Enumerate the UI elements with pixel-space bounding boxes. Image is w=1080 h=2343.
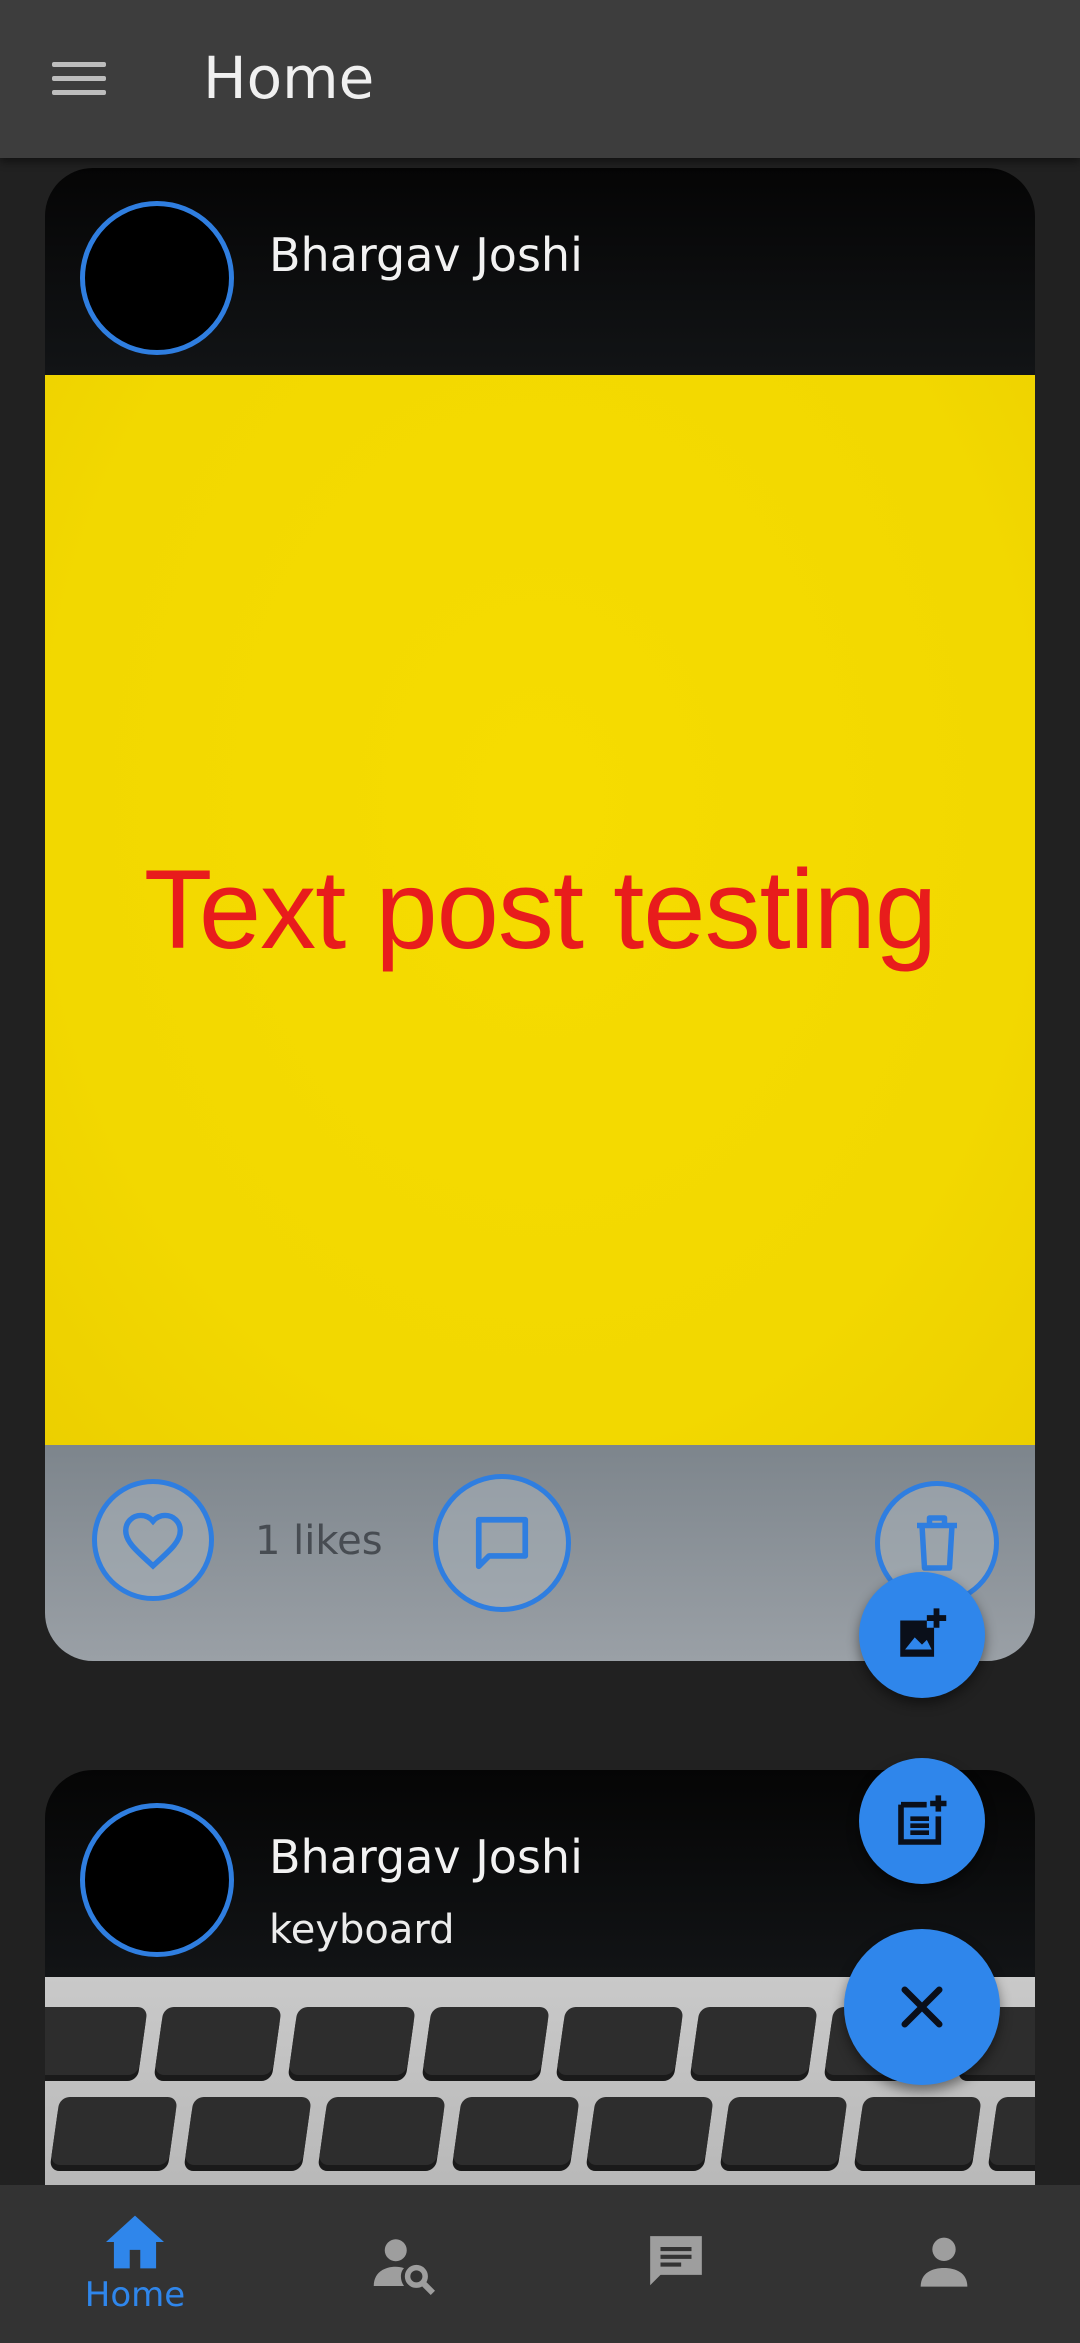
- add-photo-icon: [900, 1608, 947, 1657]
- nav-search-users[interactable]: [344, 2185, 464, 2343]
- heart-icon: [122, 1512, 184, 1570]
- post-image-text: Text post testing: [143, 847, 937, 972]
- likes-count: 1 likes: [255, 1518, 383, 1564]
- avatar[interactable]: [80, 201, 234, 355]
- avatar[interactable]: [80, 1803, 234, 1957]
- comment-button[interactable]: [433, 1474, 571, 1612]
- post-card: Bhargav Joshi Text post testing 1 likes: [45, 168, 1035, 1661]
- menu-icon[interactable]: [52, 62, 106, 96]
- close-fab-button[interactable]: [844, 1929, 1000, 2085]
- post-author[interactable]: Bhargav Joshi: [269, 228, 583, 282]
- add-text-post-button[interactable]: [859, 1758, 985, 1884]
- nav-profile[interactable]: [884, 2185, 1004, 2343]
- like-button[interactable]: [92, 1479, 214, 1601]
- user-search-icon: [373, 2239, 436, 2296]
- nav-messages[interactable]: [616, 2185, 736, 2343]
- nav-home-label: Home: [84, 2275, 186, 2315]
- post-caption: keyboard: [269, 1907, 455, 1953]
- close-icon: [901, 1986, 943, 2028]
- page-title: Home: [203, 44, 375, 112]
- post-header: Bhargav Joshi: [45, 168, 1035, 375]
- person-icon: [920, 2237, 968, 2287]
- nav-home[interactable]: Home: [55, 2185, 215, 2343]
- post-add-icon: [898, 1795, 947, 1845]
- comment-icon: [475, 1516, 529, 1570]
- app-bar: Home: [0, 0, 1080, 158]
- post-author[interactable]: Bhargav Joshi: [269, 1830, 583, 1884]
- keyboard-photo: [50, 2097, 1035, 2165]
- bottom-navigation: Home: [0, 2185, 1080, 2343]
- chat-icon: [650, 2236, 702, 2286]
- post-image[interactable]: Text post testing: [45, 375, 1035, 1445]
- home-icon: [106, 2215, 164, 2269]
- trash-icon: [917, 1515, 957, 1571]
- add-image-post-button[interactable]: [859, 1572, 985, 1698]
